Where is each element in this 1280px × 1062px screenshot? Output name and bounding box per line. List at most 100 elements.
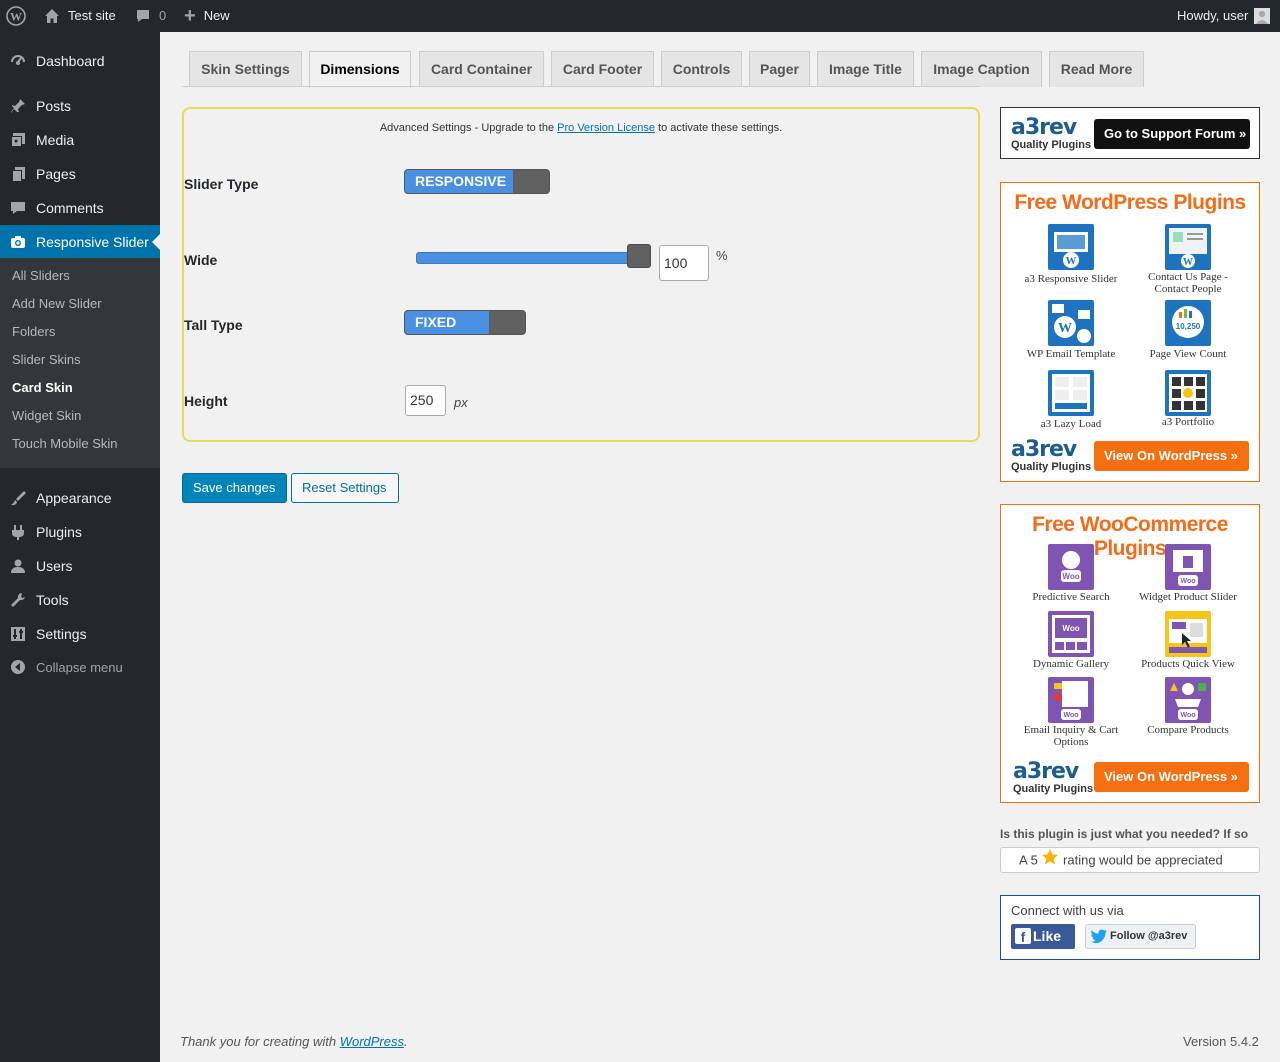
tab-skin-settings[interactable]: Skin Settings xyxy=(189,51,302,87)
footer-thanks-suffix: . xyxy=(404,1034,408,1049)
twitter-follow-button[interactable]: Follow @a3rev xyxy=(1085,924,1196,949)
upgrade-note-suffix: to activate these settings. xyxy=(655,122,783,134)
connect-panel: Connect with us via f Like Follow @a3rev xyxy=(1000,895,1260,960)
pages-icon xyxy=(0,165,36,183)
user-account-link[interactable]: Howdy, user xyxy=(1177,0,1271,32)
compare-products-plugin-icon[interactable]: Woo xyxy=(1165,677,1211,723)
submenu-touch-mobile-skin[interactable]: Touch Mobile Skin xyxy=(12,430,118,458)
logo-subtext: Quality Plugins xyxy=(1011,461,1092,473)
save-changes-button[interactable]: Save changes xyxy=(182,473,287,503)
tall-type-toggle[interactable]: FIXED xyxy=(404,310,526,335)
collapse-menu[interactable]: Collapse menu xyxy=(0,650,160,684)
page-view-count-plugin-icon[interactable]: 10,250 xyxy=(1165,300,1211,346)
svg-text:W: W xyxy=(10,10,22,24)
submenu-folders[interactable]: Folders xyxy=(12,318,55,346)
tab-pager[interactable]: Pager xyxy=(749,51,810,87)
menu-label: Posts xyxy=(36,98,72,114)
menu-label: Settings xyxy=(36,626,87,642)
a3rev-logo: a3rev Quality Plugins xyxy=(1011,437,1092,474)
tab-read-more[interactable]: Read More xyxy=(1049,51,1144,87)
tab-controls[interactable]: Controls xyxy=(661,51,742,87)
plugin-label: Page View Count xyxy=(1149,348,1227,360)
woocommerce-plugins-panel: Free WooCommerce Plugins Woo Predictive … xyxy=(1000,504,1260,803)
facebook-like-button[interactable]: f Like xyxy=(1011,924,1075,949)
wide-slider-track[interactable] xyxy=(416,252,648,264)
menu-settings[interactable]: Settings xyxy=(0,617,160,651)
tab-divider xyxy=(182,86,980,87)
menu-posts[interactable]: Posts xyxy=(0,89,160,123)
logo-text: a3rev xyxy=(1011,437,1077,462)
woo-plugins-title: Free WooCommerce Plugins xyxy=(1032,513,1228,560)
menu-pages[interactable]: Pages xyxy=(0,157,160,191)
admin-bar: W Test site 0 + New Howdy, user xyxy=(0,0,1280,32)
tab-image-caption[interactable]: Image Caption xyxy=(921,51,1042,87)
reset-settings-button[interactable]: Reset Settings xyxy=(291,473,399,503)
dynamic-gallery-plugin-icon[interactable]: Woo xyxy=(1048,611,1094,657)
lazy-load-plugin-icon[interactable] xyxy=(1048,370,1094,416)
menu-media[interactable]: Media xyxy=(0,123,160,157)
menu-dashboard[interactable]: Dashboard xyxy=(0,44,160,78)
facebook-icon: f xyxy=(1015,928,1031,945)
woo-badge: Woo xyxy=(1062,572,1079,581)
submenu-add-new-slider[interactable]: Add New Slider xyxy=(12,290,102,318)
menu-label: Tools xyxy=(36,592,69,608)
menu-plugins[interactable]: Plugins xyxy=(0,515,160,549)
site-name-link[interactable]: Test site xyxy=(44,0,116,32)
camera-icon xyxy=(0,233,36,251)
menu-users[interactable]: Users xyxy=(0,549,160,583)
menu-comments[interactable]: Comments xyxy=(0,191,160,225)
footer-thanks: Thank you for creating with WordPress. xyxy=(180,1034,408,1049)
responsive-slider-plugin-icon[interactable]: W xyxy=(1048,224,1094,270)
wordpress-link[interactable]: WordPress xyxy=(340,1034,404,1049)
submenu-slider-skins[interactable]: Slider Skins xyxy=(12,346,81,374)
menu-label: Dashboard xyxy=(36,53,105,69)
height-input[interactable]: 250 xyxy=(405,385,446,416)
menu-label: Pages xyxy=(36,166,76,182)
menu-label: Users xyxy=(36,558,73,574)
portfolio-plugin-icon[interactable] xyxy=(1165,370,1211,416)
wide-input[interactable]: 100 xyxy=(659,245,709,281)
slider-type-toggle[interactable]: RESPONSIVE xyxy=(404,169,550,194)
greeting-text: Howdy, user xyxy=(1177,8,1249,23)
media-icon xyxy=(0,131,36,149)
svg-text:W: W xyxy=(1066,255,1077,267)
predictive-search-plugin-icon[interactable]: Woo xyxy=(1048,544,1094,590)
wp-plugins-title: Free WordPress Plugins xyxy=(1014,191,1246,214)
plugin-label: Predictive Search xyxy=(1032,591,1110,603)
menu-responsive-slider[interactable]: Responsive Slider xyxy=(0,225,160,259)
plugin-label: Widget Product Slider xyxy=(1139,591,1237,603)
contact-us-plugin-icon[interactable]: W xyxy=(1165,224,1211,270)
logo-subtext: Quality Plugins xyxy=(1011,139,1092,151)
view-on-wordpress-button[interactable]: View On WordPress » xyxy=(1094,762,1249,792)
email-inquiry-plugin-icon[interactable]: Woo xyxy=(1048,677,1094,723)
sliders-icon xyxy=(0,625,36,643)
menu-label: Comments xyxy=(36,200,104,216)
menu-appearance[interactable]: Appearance xyxy=(0,481,160,515)
wordpress-logo-icon[interactable]: W xyxy=(6,0,30,32)
plugin-label: Contact Us Page - Contact People xyxy=(1148,271,1228,295)
dashboard-icon xyxy=(0,52,36,70)
rating-box[interactable]: A 5 rating would be appreciated xyxy=(1000,847,1260,873)
view-on-wordpress-button[interactable]: View On WordPress » xyxy=(1094,441,1249,471)
support-forum-button[interactable]: Go to Support Forum » xyxy=(1094,119,1250,149)
pin-icon xyxy=(0,97,36,115)
tab-card-footer[interactable]: Card Footer xyxy=(551,51,654,87)
pro-version-link[interactable]: Pro Version License xyxy=(557,122,655,134)
height-unit: px xyxy=(454,395,468,410)
submenu-widget-skin[interactable]: Widget Skin xyxy=(12,402,81,430)
widget-product-slider-plugin-icon[interactable]: Woo xyxy=(1165,544,1211,590)
new-content-link[interactable]: + New xyxy=(184,0,230,32)
follow-label: Follow @a3rev xyxy=(1110,930,1188,942)
woo-badge: Woo xyxy=(1180,712,1195,719)
products-quick-view-plugin-icon[interactable] xyxy=(1165,611,1211,657)
comments-link[interactable]: 0 xyxy=(135,0,166,32)
upgrade-note: Advanced Settings - Upgrade to the Pro V… xyxy=(184,122,978,134)
menu-tools[interactable]: Tools xyxy=(0,583,160,617)
submenu-all-sliders[interactable]: All Sliders xyxy=(12,262,70,290)
wide-slider-handle[interactable] xyxy=(627,244,651,268)
tab-card-container[interactable]: Card Container xyxy=(419,51,544,87)
email-template-plugin-icon[interactable]: W xyxy=(1048,300,1094,346)
tab-dimensions[interactable]: Dimensions xyxy=(309,51,411,88)
submenu-card-skin[interactable]: Card Skin xyxy=(12,374,73,402)
tab-image-title[interactable]: Image Title xyxy=(817,51,914,87)
